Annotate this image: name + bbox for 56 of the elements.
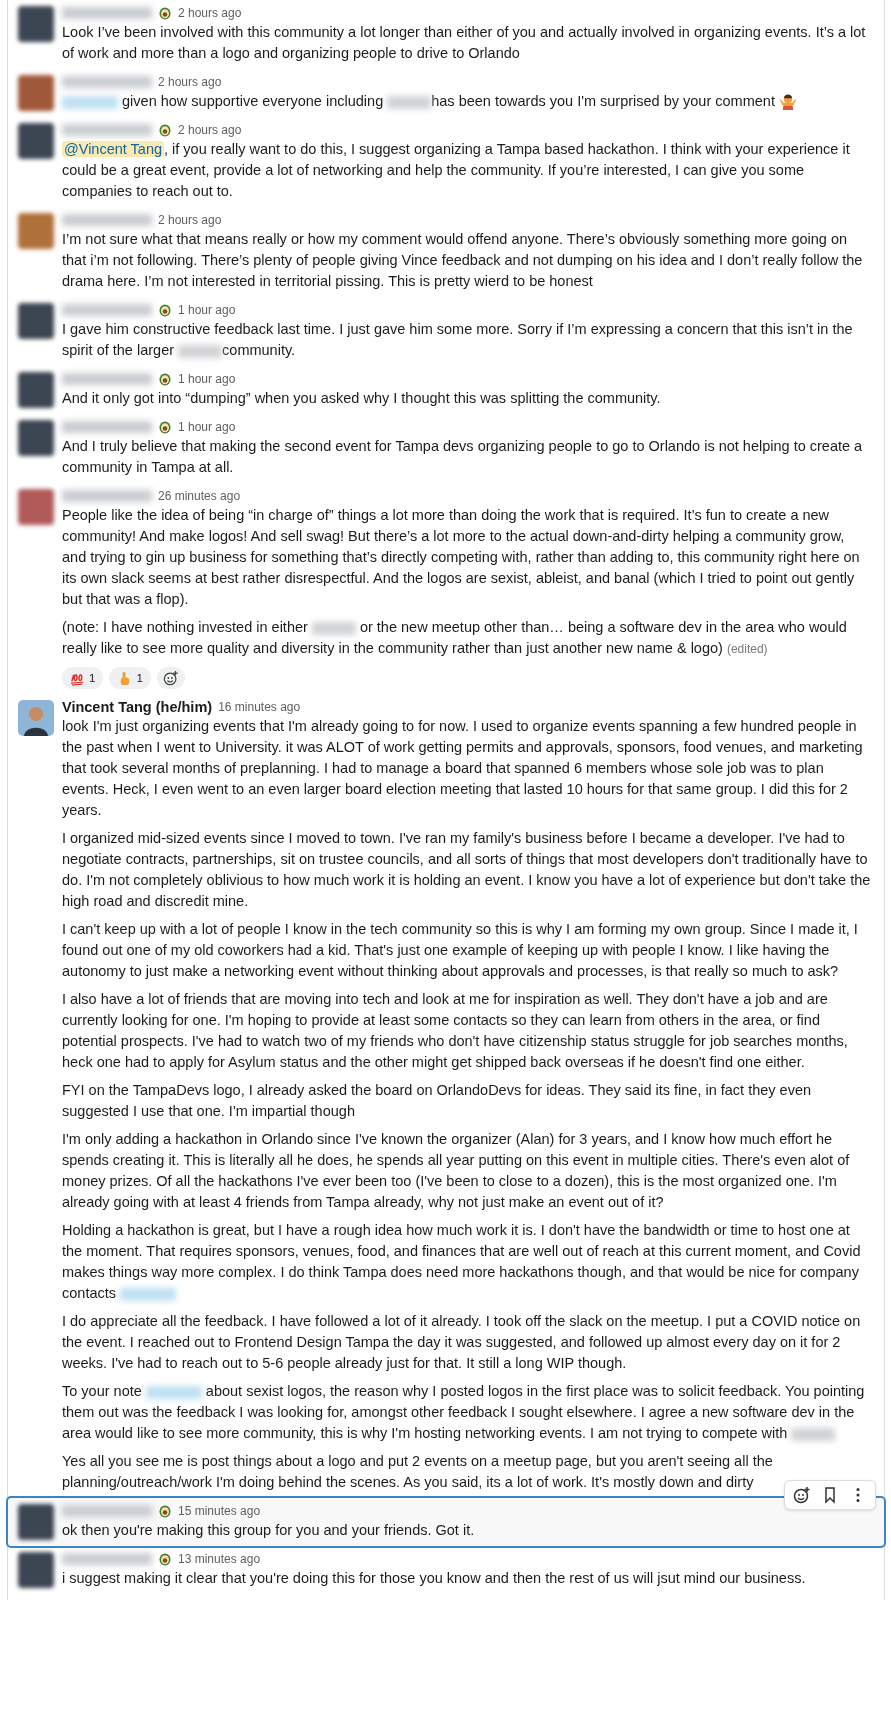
- reaction-pill[interactable]: 1: [62, 667, 104, 689]
- timestamp[interactable]: 15 minutes ago: [178, 1504, 261, 1518]
- timestamp[interactable]: 1 hour ago: [178, 372, 236, 386]
- person-shrugging-icon: [778, 92, 797, 110]
- message-text: Look I’ve been involved with this community a lot longer than either of you and actually involved in organizing events. It’s a lot of work and more than a logo and organizing people to drive to Orlando: [62, 23, 867, 63]
- message-text: ok then you're making this group for you and your friends. Got it.: [62, 1521, 476, 1540]
- timestamp[interactable]: 2 hours ago: [178, 6, 242, 20]
- message-text: Holding a hackathon is great, but I have a rough idea how much work it is. I don't have the bandwidth or time to host one at the moment. That requires sponsors, venues, food, and finances that are well out of reach at this current moment, and Covid makes things way more complex. I do think Tampa does need more hackathons though, and that would be nice for company contacts: [62, 1221, 862, 1303]
- message-text: FYI on the TampaDevs logo, I already asked the board on OrlandoDevs for ideas. They said its fine, in fact they even suggested I use that one. I'm impartial though: [62, 1081, 813, 1121]
- blurred-avatar[interactable]: [18, 123, 54, 159]
- add-reaction-button[interactable]: [156, 667, 185, 689]
- edited-label: (edited): [726, 642, 768, 656]
- blurred-text: [311, 621, 356, 635]
- message-text: I'm only adding a hackathon in Orlando since I've known the organizer (Alan) for 3 years, and I know how much effort he spends creating it. This is literally all he does, he spends all year putting on this event in multiple cities. There's even alot of money prizes. Of all the hackathons I've ever been too (I've been to close to a dozen), this is the most organized one. I'm already going with at least 4 friends from Tampa already, why not just make an event out of it?: [62, 1130, 851, 1212]
- message-text: People like the idea of being “in charge of” things a lot more than doing the work that is required. It’s fun to create a new community! And make logos! And sell swag! But there’s a lot more to the actual down-and-dirty helping a community grow, and trying to gin up business for something that’s directly competing with, rather than adding to, this community right here on its own slack seems at best rather disrespectful. And the logos are sexist, ableist, and banal (which I tried to point out gently but that was a flop).: [62, 506, 861, 609]
- blurred-text: [178, 344, 223, 358]
- user-avatar[interactable]: [18, 700, 54, 736]
- add-reaction-icon[interactable]: [793, 1486, 811, 1504]
- message-text: Yes all you see me is post things about a logo and put 2 events on a meetup page, but you aren't seeing all the planning/outreach/work I'm doing behind the scenes. As you said, its a lot of work. It's mostly down and dirty: [62, 1452, 774, 1492]
- message-text: @Vincent Tang, if you really want to do this, I suggest organizing a Tampa based hackathon. I think with your experience it could be a great event, provide a lot of networking and help the community. If you’re interested, I can give you some companies to reach out to.: [62, 140, 851, 201]
- message-text: And I truly believe that making the second event for Tampa devs organizing people to go to Orlando is not helping to create a community in Tampa at all.: [62, 437, 864, 477]
- message-text: given how supportive everyone including has been towards you I'm surprised by your comment: [62, 91, 872, 112]
- timestamp[interactable]: 2 hours ago: [158, 75, 222, 89]
- blurred-avatar[interactable]: [18, 489, 54, 525]
- blurred-avatar[interactable]: [18, 75, 54, 111]
- timestamp[interactable]: 26 minutes ago: [158, 489, 241, 503]
- timestamp[interactable]: 13 minutes ago: [178, 1552, 261, 1566]
- blurred-avatar[interactable]: [18, 213, 54, 249]
- blurred-avatar[interactable]: [18, 6, 54, 42]
- blurred-avatar[interactable]: [18, 303, 54, 339]
- message-text: i suggest making it clear that you're doing this for those you know and then the rest of us will jsut mind our business.: [62, 1569, 807, 1588]
- message-text: I also have a lot of friends that are moving into tech and look at me for inspiration as well. They don't have a job and are currently looking for one. I'm hoping to provide at least some contacts so they can learn from others in the area, or find potential prospects. I've had to watch two of my friends who don't have citizenship status struggle for job searches months, heck one had to apply for Asylum status and the other might get shipped back overseas if he doesn't find one either.: [62, 990, 849, 1072]
- message-text: I can't keep up with a lot of people I know in the tech community so this is why I am forming my own group. Since I made it, I found out one of my old coworkers had a kid. That's just one example of keeping up with people I know. I like having the autonomy to just make a networking event without thinking about approvals and processes, is that really so much to ask?: [62, 920, 859, 981]
- add-reaction-icon: [162, 670, 179, 686]
- timestamp[interactable]: 2 hours ago: [178, 123, 242, 137]
- message-text: look I'm just organizing events that I'm already going to for now. I used to organize events spanning a few hundred people in the past when I went to University. it was ALOT of work getting permits and approvals, sponsors, food venues, and marketing that took several months of preplanning. I had to manage a board that spanned 6 members whose sole job was to plan events. Heck, I even went to an even larger board election meeting that lasted 10 hours for that same group. I did this for 2 years.: [62, 717, 864, 820]
- message-text: And it only got into “dumping” when you asked why I thought this was splitting the community.: [62, 389, 662, 408]
- blurred-avatar[interactable]: [18, 1504, 54, 1540]
- message-text: To your note about sexist logos, the reason why I posted logos in the first place was to solicit feedback. You pointing them out was the feedback I was looking for, amongst other feedback I sought elsewhere. I agree a new software dev in the area would like to see more community, this is why I'm hosting networking events. I am not trying to compete with: [62, 1382, 866, 1443]
- blurred-text: [387, 95, 432, 109]
- blurred-avatar[interactable]: [18, 372, 54, 408]
- message-text: (note: I have nothing invested in either or the new meetup other than… being a software dev in the area who would really like to see more quality and diversity in the community rather than just another new name & logo) (edited): [62, 618, 848, 658]
- blurred-avatar[interactable]: [18, 420, 54, 456]
- timestamp[interactable]: 1 hour ago: [178, 303, 236, 317]
- message-text: I gave him constructive feedback last time. I just gave him some more. Sorry if I’m expressing a concern that this isn’t in the spirit of the larger community.: [62, 320, 854, 360]
- reaction-pill[interactable]: 1: [109, 667, 151, 689]
- message-text: I organized mid-sized events since I moved to town. I've ran my family's business before I became a developer. I've had to negotiate contracts, partnerships, sit on trustee councils, and all sorts of things that most developers don't traditionally have to do. I'm not completely oblivious to how much work it is holding an event. I know you have a lot of experience but don't take the high road and discredit mine.: [62, 829, 872, 911]
- user-mention[interactable]: @Vincent Tang: [62, 141, 165, 157]
- timestamp[interactable]: 16 minutes ago: [218, 700, 301, 714]
- sender-name[interactable]: Vincent Tang (he/him): [62, 699, 213, 715]
- timestamp[interactable]: 2 hours ago: [158, 213, 222, 227]
- blurred-avatar[interactable]: [18, 1552, 54, 1588]
- blurred-text: [791, 1427, 836, 1441]
- message-text: I’m not sure what that means really or how my comment would offend anyone. There’s obviously something more going on that i’m not following. There’s plenty of people giving Vince feedback and not dumping on his idea and I don’t really follow the drama here. I’m not interested in territorial pissing. This is pretty wierd to be honest: [62, 230, 864, 291]
- timestamp[interactable]: 1 hour ago: [178, 420, 236, 434]
- message-text: I do appreciate all the feedback. I have followed a lot of it already. I took off the slack on the meetup. I put a COVID notice on the event. I reached out to Frontend Design Tampa the day it was suggested, and followed up almost every day on it for 2 weeks. I've had to reach out to 5-6 people already just for that. It still a long WIP though.: [62, 1312, 862, 1373]
